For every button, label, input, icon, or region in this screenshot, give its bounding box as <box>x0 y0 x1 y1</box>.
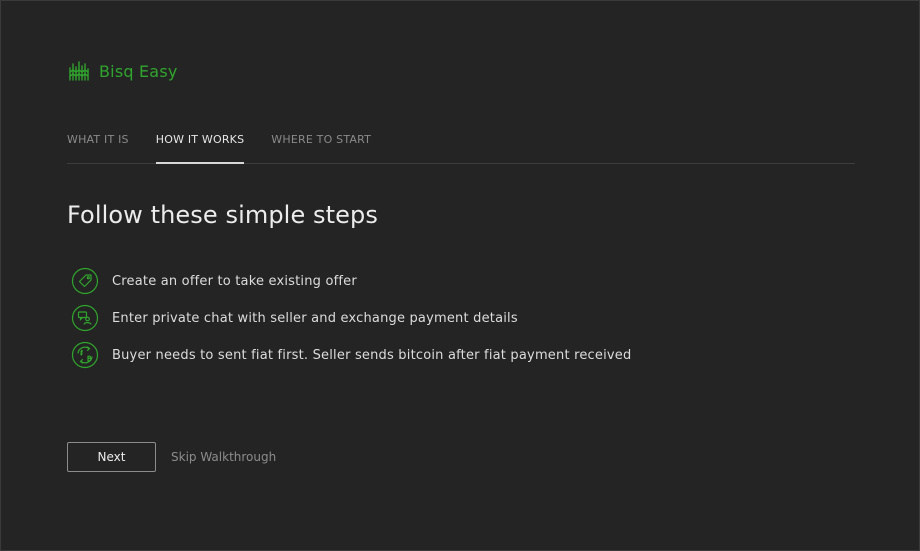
steps-list: Create an offer to take existing offer E… <box>71 267 631 378</box>
list-item: Buyer needs to sent fiat first. Seller s… <box>71 341 631 369</box>
fiat-bitcoin-exchange-icon <box>71 341 99 369</box>
next-button[interactable]: Next <box>67 442 156 472</box>
step-text: Create an offer to take existing offer <box>112 273 357 289</box>
tab-label: HOW IT WORKS <box>155 133 245 146</box>
tab-label: WHAT IT IS <box>67 133 129 146</box>
step-text: Buyer needs to sent fiat first. Seller s… <box>112 347 632 363</box>
walkthrough-tabs: WHAT IT IS HOW IT WORKS WHERE TO START <box>67 131 855 164</box>
list-item: Enter private chat with seller and excha… <box>71 304 631 332</box>
list-item: Create an offer to take existing offer <box>71 267 631 295</box>
bisq-easy-logo-icon <box>67 59 91 83</box>
skip-walkthrough-link[interactable]: Skip Walkthrough <box>171 450 276 464</box>
walkthrough-window: Bisq Easy WHAT IT IS HOW IT WORKS WHERE … <box>0 0 920 551</box>
tab-where-to-start[interactable]: WHERE TO START <box>271 131 371 163</box>
tab-what-it-is[interactable]: WHAT IT IS <box>67 131 129 163</box>
page-title: Follow these simple steps <box>67 201 378 229</box>
brand: Bisq Easy <box>67 59 178 83</box>
tab-label: WHERE TO START <box>271 133 372 146</box>
step-text: Enter private chat with seller and excha… <box>112 310 518 326</box>
offer-tag-icon <box>71 267 99 295</box>
tab-how-it-works[interactable]: HOW IT WORKS <box>155 131 245 164</box>
app-name: Bisq Easy <box>99 61 178 81</box>
private-chat-icon <box>71 304 99 332</box>
